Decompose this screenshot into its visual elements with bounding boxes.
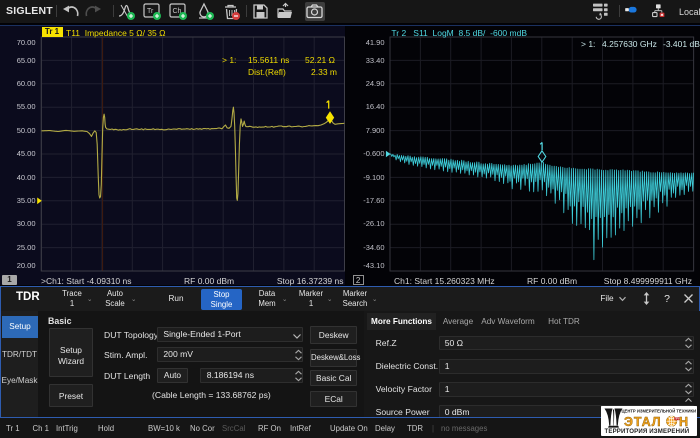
svg-text:ЦЕНТР ИЗМЕРИТЕЛЬНОЙ ТЕХНИКИ: ЦЕНТР ИЗМЕРИТЕЛЬНОЙ ТЕХНИКИ	[622, 409, 697, 414]
svg-text:ТЕРРИТОРИЯ ИЗМЕРЕНИЙ: ТЕРРИТОРИЯ ИЗМЕРЕНИЙ	[605, 427, 690, 435]
svg-text:Tr: Tr	[147, 8, 154, 15]
svg-text:Н: Н	[679, 415, 688, 429]
svg-text:ЭТАЛ: ЭТАЛ	[624, 415, 662, 429]
